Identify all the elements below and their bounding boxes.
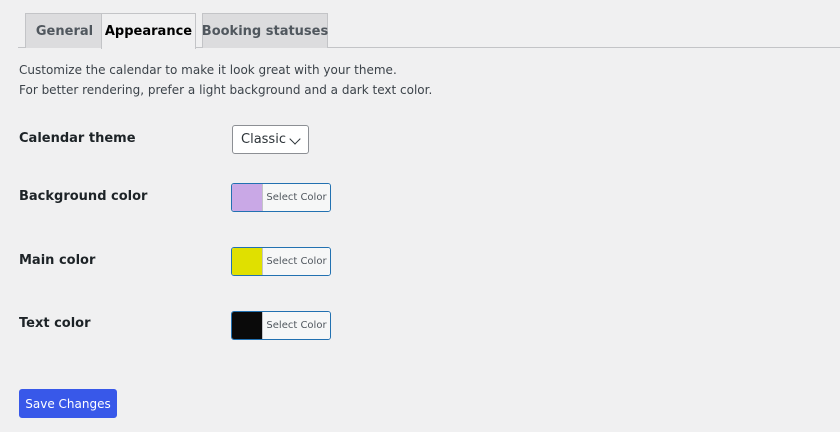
settings-tabs: General Appearance Booking statuses [18,13,840,49]
calendar-theme-value: Classic [241,132,286,147]
tab-general[interactable]: General [25,13,104,48]
description-line-1: Customize the calendar to make it look g… [19,63,397,77]
save-changes-button[interactable]: Save Changes [19,389,117,418]
text-color-swatch [232,312,263,339]
main-color-label: Main color [19,253,96,268]
chevron-down-icon [289,133,301,145]
main-color-picker-button[interactable]: Select Color [231,247,331,276]
background-color-swatch [232,184,263,211]
tab-appearance[interactable]: Appearance [101,13,196,49]
tab-booking-statuses[interactable]: Booking statuses [202,13,328,48]
calendar-theme-select[interactable]: Classic [232,125,309,154]
background-color-picker-button[interactable]: Select Color [231,183,331,212]
text-color-label: Text color [19,316,91,331]
main-color-select-label: Select Color [263,248,330,275]
background-color-select-label: Select Color [263,184,330,211]
main-color-swatch [232,248,263,275]
text-color-select-label: Select Color [263,312,330,339]
calendar-theme-label: Calendar theme [19,131,136,146]
description-line-2: For better rendering, prefer a light bac… [19,83,433,97]
text-color-picker-button[interactable]: Select Color [231,311,331,340]
background-color-label: Background color [19,189,148,204]
